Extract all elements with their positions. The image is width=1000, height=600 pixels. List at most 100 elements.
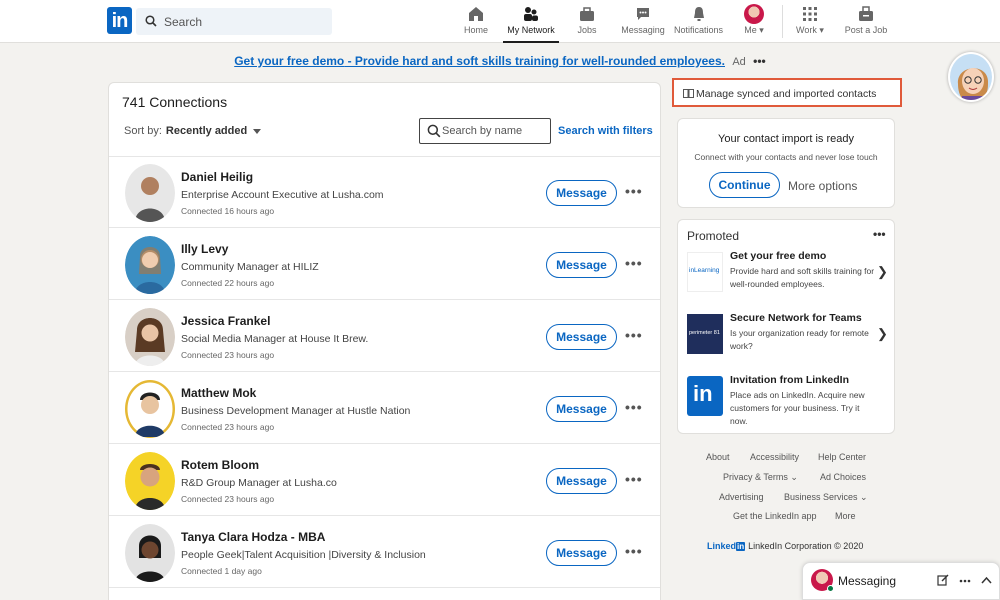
avatar[interactable] bbox=[125, 164, 175, 222]
search-with-filters-link[interactable]: Search with filters bbox=[558, 125, 653, 137]
chevron-down-icon: ⌄ bbox=[790, 472, 798, 482]
connections-card: 741 Connections Sort by: Recently added S… bbox=[108, 82, 661, 600]
more-options-icon[interactable]: ••• bbox=[625, 183, 643, 199]
footer-ad-choices[interactable]: Ad Choices bbox=[820, 472, 866, 482]
message-button[interactable]: Message bbox=[546, 468, 617, 494]
person-name[interactable]: Daniel Heilig bbox=[181, 170, 253, 184]
ad-tag: Ad bbox=[732, 56, 746, 68]
nav-messaging-label: Messaging bbox=[621, 25, 665, 35]
connected-time: Connected 22 hours ago bbox=[181, 278, 275, 288]
person-headline: R&D Group Manager at Lusha.co bbox=[181, 477, 337, 489]
connections-count-title: 741 Connections bbox=[122, 94, 228, 110]
connection-row: Illy Levy Community Manager at HILIZ Con… bbox=[109, 228, 660, 300]
post-job-icon bbox=[859, 6, 873, 21]
nav-jobs[interactable]: Jobs bbox=[572, 0, 602, 43]
footer-brand-logo: Linkedin bbox=[707, 541, 748, 551]
chevron-right-icon[interactable]: ❯ bbox=[877, 264, 888, 280]
search-icon bbox=[427, 124, 441, 138]
person-name[interactable]: Matthew Mok bbox=[181, 386, 256, 400]
message-button[interactable]: Message bbox=[546, 396, 617, 422]
global-search[interactable] bbox=[136, 8, 332, 35]
network-icon bbox=[524, 7, 538, 21]
nav-post-job[interactable]: Post a Job bbox=[843, 0, 889, 43]
avatar[interactable] bbox=[125, 308, 175, 366]
promo-item[interactable]: in Invitation from LinkedIn Place ads on… bbox=[687, 374, 887, 429]
ad-text[interactable]: - Provide hard and soft skills training … bbox=[344, 54, 725, 68]
sort-label: Sort by: bbox=[124, 125, 162, 137]
ad-more-icon[interactable]: ••• bbox=[753, 54, 766, 68]
footer-advertising[interactable]: Advertising bbox=[719, 492, 764, 502]
footer-help[interactable]: Help Center bbox=[818, 452, 866, 462]
nav-home-label: Home bbox=[463, 25, 488, 35]
promo-headline: Secure Network for Teams bbox=[730, 312, 862, 324]
message-button[interactable]: Message bbox=[546, 180, 617, 206]
avatar[interactable] bbox=[125, 236, 175, 294]
ad-banner: Get your free demo - Provide hard and so… bbox=[0, 54, 1000, 68]
copyright: Linkedin LinkedIn Corporation © 2020 bbox=[707, 541, 863, 551]
more-options-icon[interactable]: ••• bbox=[625, 543, 643, 559]
person-name[interactable]: Jessica Frankel bbox=[181, 314, 270, 328]
footer-business[interactable]: Business Services ⌄ bbox=[784, 492, 868, 503]
promo-headline: Get your free demo bbox=[730, 250, 827, 262]
sort-dropdown[interactable]: Sort by: Recently added bbox=[124, 125, 262, 137]
brand-in: in bbox=[736, 542, 746, 551]
nav-work[interactable]: Work ▾ bbox=[793, 0, 827, 43]
person-name[interactable]: Rotem Bloom bbox=[181, 458, 259, 472]
connection-row: Daniel Heilig Enterprise Account Executi… bbox=[109, 156, 660, 228]
nav-messaging[interactable]: Messaging bbox=[619, 0, 667, 43]
linkedin-logo[interactable]: in bbox=[107, 7, 132, 34]
more-icon[interactable] bbox=[959, 579, 971, 583]
person-headline: Social Media Manager at House It Brew. bbox=[181, 333, 369, 345]
avatar[interactable] bbox=[125, 452, 175, 510]
nav-me[interactable]: Me ▾ bbox=[740, 0, 768, 43]
promo-item[interactable]: perimeter 81 Secure Network for Teams Is… bbox=[687, 312, 888, 367]
continue-button[interactable]: Continue bbox=[709, 172, 780, 198]
logo-text: inLearning bbox=[689, 267, 720, 274]
message-button[interactable]: Message bbox=[546, 324, 617, 350]
footer-privacy[interactable]: Privacy & Terms ⌄ bbox=[723, 472, 798, 483]
briefcase-icon bbox=[580, 7, 594, 21]
more-options-link[interactable]: More options bbox=[788, 179, 857, 193]
person-headline: Enterprise Account Executive at Lusha.co… bbox=[181, 189, 384, 201]
manage-contacts-link[interactable]: Manage synced and imported contacts bbox=[672, 78, 902, 107]
person-name[interactable]: Tanya Clara Hodza - MBA bbox=[181, 530, 325, 544]
messaging-bar[interactable]: Messaging bbox=[802, 562, 1000, 600]
ad-link[interactable]: Get your free demo bbox=[234, 54, 344, 68]
search-input[interactable] bbox=[164, 8, 324, 35]
more-options-icon[interactable]: ••• bbox=[625, 255, 643, 271]
chevron-right-icon[interactable]: ❯ bbox=[877, 326, 888, 342]
nav-work-label: Work bbox=[796, 25, 817, 35]
footer-privacy-label: Privacy & Terms bbox=[723, 472, 788, 482]
footer-app[interactable]: Get the LinkedIn app bbox=[733, 511, 817, 521]
import-title: Your contact import is ready bbox=[718, 133, 854, 145]
compose-icon[interactable] bbox=[937, 574, 949, 586]
nav-home[interactable]: Home bbox=[460, 0, 492, 43]
promo-item[interactable]: inLearning Get your free demo Provide ha… bbox=[687, 250, 888, 305]
connection-row: Jessica Frankel Social Media Manager at … bbox=[109, 300, 660, 372]
avatar[interactable] bbox=[125, 380, 175, 438]
top-nav: in Home My Network Jobs Messaging Notifi… bbox=[0, 0, 1000, 43]
nav-my-network[interactable]: My Network bbox=[503, 0, 559, 43]
promoted-more-icon[interactable]: ••• bbox=[873, 227, 886, 241]
logo-text: in bbox=[693, 381, 713, 406]
nav-notifications[interactable]: Notifications bbox=[671, 0, 726, 43]
message-button[interactable]: Message bbox=[546, 540, 617, 566]
footer-more[interactable]: More bbox=[835, 511, 856, 521]
footer-accessibility[interactable]: Accessibility bbox=[750, 452, 799, 462]
nav-my-network-label: My Network bbox=[507, 25, 555, 35]
logo-text: perimeter 81 bbox=[689, 330, 720, 336]
message-button[interactable]: Message bbox=[546, 252, 617, 278]
profile-avatar-floating[interactable] bbox=[948, 52, 994, 102]
chevron-down-icon: ⌄ bbox=[860, 492, 868, 502]
promoted-card: Promoted ••• inLearning Get your free de… bbox=[677, 219, 895, 434]
footer-about[interactable]: About bbox=[706, 452, 730, 462]
more-options-icon[interactable]: ••• bbox=[625, 471, 643, 487]
person-name[interactable]: Illy Levy bbox=[181, 242, 228, 256]
avatar[interactable] bbox=[125, 524, 175, 582]
chevron-up-icon[interactable] bbox=[981, 576, 992, 584]
more-options-icon[interactable]: ••• bbox=[625, 327, 643, 343]
connections-search[interactable] bbox=[419, 118, 551, 144]
more-options-icon[interactable]: ••• bbox=[625, 399, 643, 415]
search-by-name-input[interactable] bbox=[442, 119, 548, 143]
cartoon-avatar-icon bbox=[957, 68, 989, 100]
